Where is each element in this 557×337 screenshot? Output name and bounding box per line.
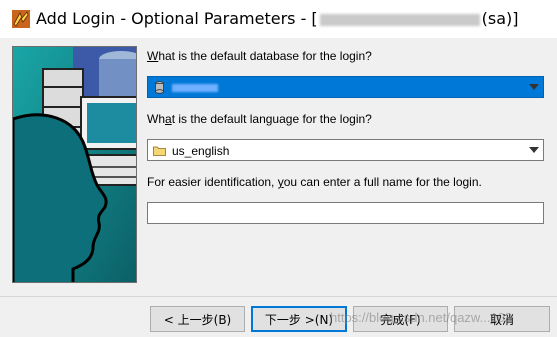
default-database-combobox[interactable] (147, 76, 544, 98)
window-title: Add Login - Optional Parameters - [(sa)] (36, 9, 519, 28)
back-button[interactable]: < 上一步(B) (150, 306, 245, 332)
default-language-combobox[interactable]: us_english (147, 139, 544, 161)
wizard-illustration (12, 46, 137, 283)
default-database-label: What is the default database for the log… (147, 49, 372, 63)
button-separator (0, 296, 557, 297)
default-language-label: What is the default language for the log… (147, 112, 372, 126)
redacted-database-name (172, 84, 218, 92)
wizard-app-icon (12, 10, 30, 28)
title-bar: Add Login - Optional Parameters - [(sa)] (0, 0, 557, 38)
database-icon (155, 81, 164, 94)
wizard-body: What is the default database for the log… (0, 38, 557, 337)
chevron-down-icon[interactable] (525, 140, 543, 160)
next-button[interactable]: 下一步 >(N) (251, 306, 347, 332)
redacted-server-name (319, 13, 480, 26)
folder-icon (153, 146, 166, 156)
person-computer-illustration (13, 47, 136, 282)
finish-button[interactable]: 完成(F) (353, 306, 448, 332)
cancel-button[interactable]: 取消 (454, 306, 550, 332)
full-name-label: For easier identification, you can enter… (147, 175, 482, 189)
full-name-input[interactable] (147, 202, 544, 224)
default-language-value: us_english (172, 144, 230, 158)
chevron-down-icon[interactable] (525, 77, 543, 97)
